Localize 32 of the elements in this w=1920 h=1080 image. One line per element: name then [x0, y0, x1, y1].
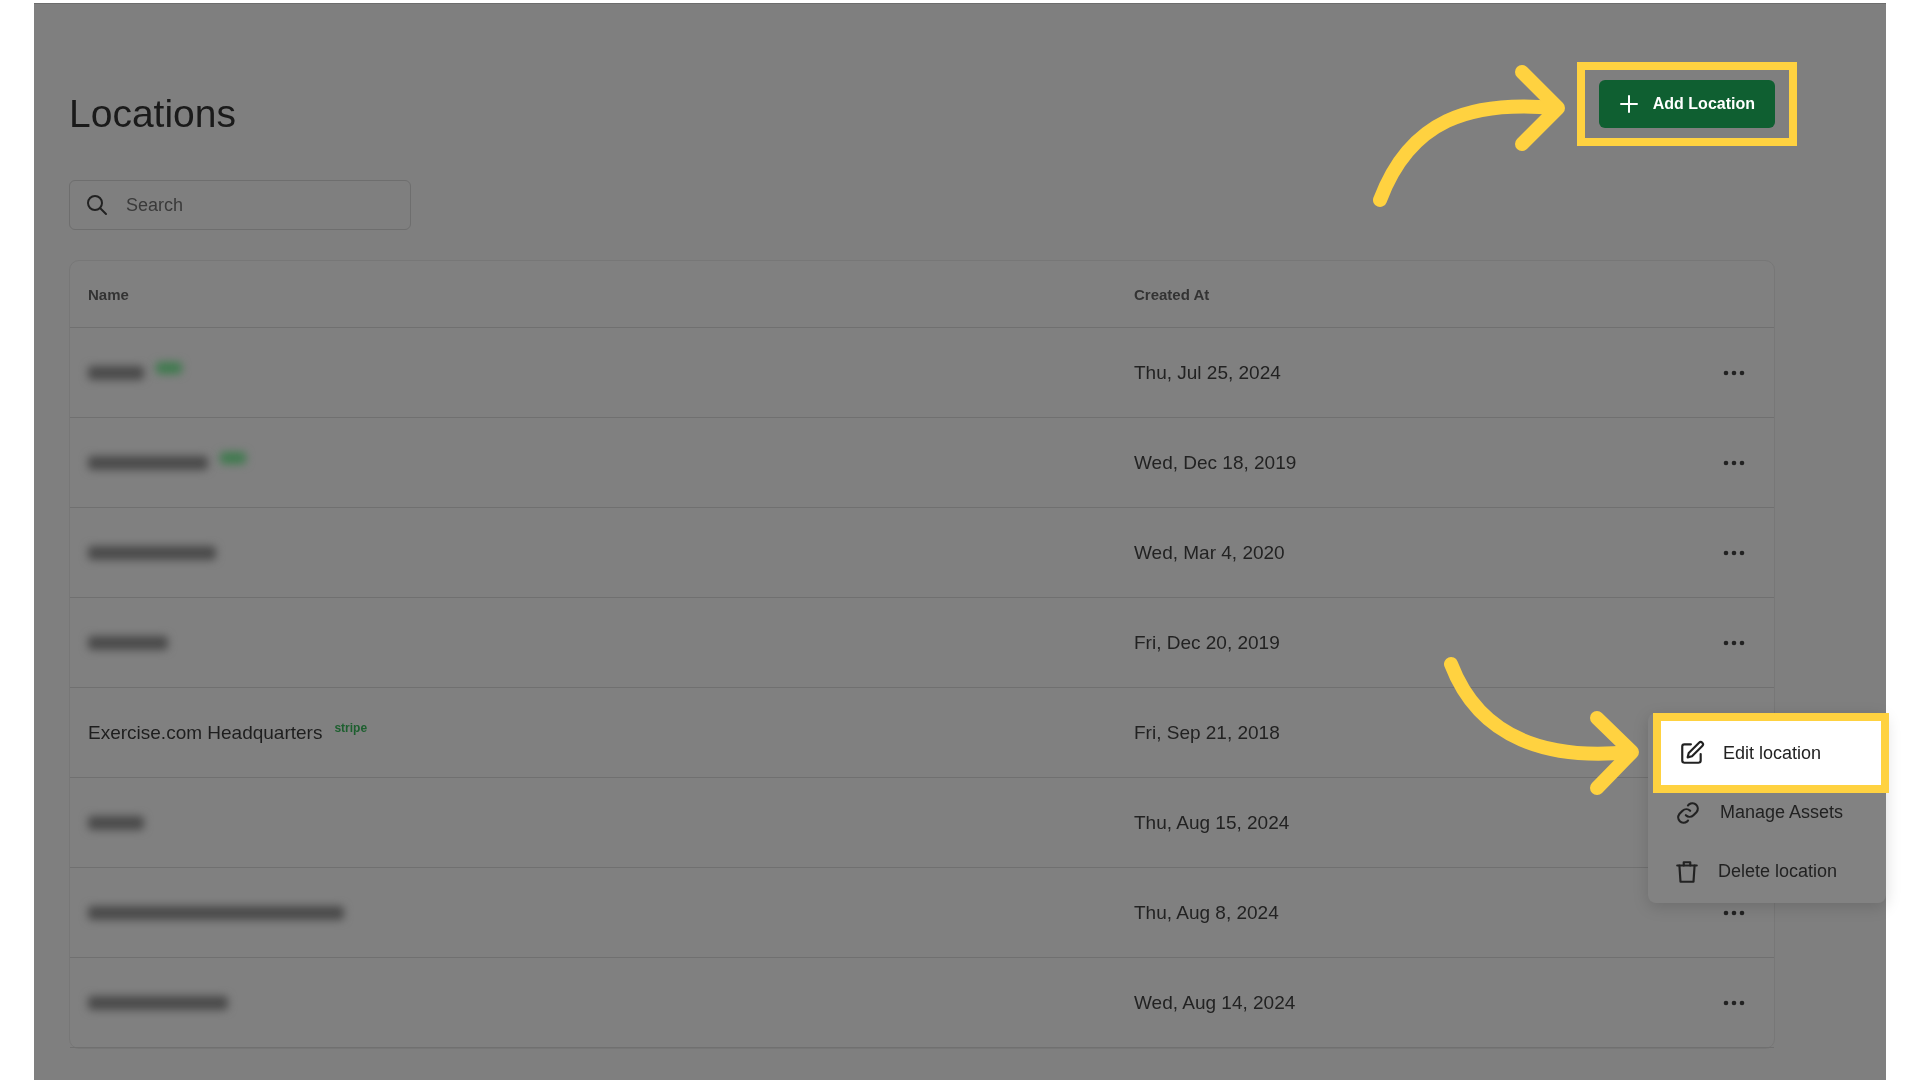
blurred-name: [88, 815, 144, 830]
more-icon[interactable]: [1723, 549, 1745, 556]
menu-item[interactable]: Edit location: [1653, 713, 1889, 793]
created-date: Thu, Aug 15, 2024: [1134, 811, 1291, 834]
created-date: Wed, Aug 14, 2024: [1134, 991, 1297, 1014]
created-date: Wed, Mar 4, 2020: [1134, 541, 1286, 564]
created-date: Thu, Jul 25, 2024: [1134, 361, 1282, 384]
search-field[interactable]: Search: [69, 180, 411, 230]
edit-icon: [1679, 740, 1705, 766]
more-icon[interactable]: [1723, 909, 1745, 916]
column-header: Name: [88, 285, 130, 303]
more-icon[interactable]: [1723, 999, 1745, 1006]
column-header: Created At: [1134, 285, 1211, 303]
stripe-label: stripe: [334, 720, 368, 735]
page-title: Locations: [69, 92, 236, 136]
more-icon[interactable]: [1723, 459, 1745, 466]
blurred-name: [88, 365, 144, 380]
plus-icon: [1618, 94, 1639, 114]
link-icon: [1674, 799, 1702, 826]
blurred-badge: [220, 451, 246, 464]
trash-icon: [1674, 858, 1700, 885]
created-date: Thu, Aug 8, 2024: [1134, 901, 1280, 924]
menu-item[interactable]: Delete location: [1648, 842, 1886, 901]
more-icon[interactable]: [1723, 369, 1745, 376]
created-date: Fri, Sep 21, 2018: [1134, 721, 1281, 744]
created-date: Fri, Dec 20, 2019: [1134, 631, 1281, 654]
add-location-button[interactable]: Add Location: [1598, 80, 1775, 128]
search-icon: [85, 193, 109, 217]
location-name[interactable]: Exercise.com Headquarters: [88, 721, 323, 744]
blurred-badge: [156, 361, 182, 374]
created-date: Wed, Dec 18, 2019: [1134, 451, 1298, 474]
more-icon[interactable]: [1723, 639, 1745, 646]
